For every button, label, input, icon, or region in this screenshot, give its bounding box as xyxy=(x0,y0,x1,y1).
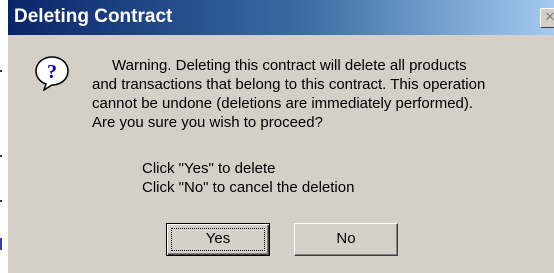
question-icon: ? xyxy=(35,56,69,91)
close-icon: ✕ xyxy=(544,10,554,25)
no-button-label: No xyxy=(336,230,356,247)
message-line: Warning. Deleting this contract will del… xyxy=(112,57,467,74)
background-edge-mark xyxy=(0,238,2,250)
warning-message: Warning. Deleting this contract will del… xyxy=(92,56,552,132)
background-edge-mark xyxy=(0,200,2,202)
no-button[interactable]: No xyxy=(294,223,398,256)
close-button[interactable]: ✕ xyxy=(540,8,554,28)
instruction-line: Click "No" to cancel the deletion xyxy=(142,179,355,196)
instruction-line: Click "Yes" to delete xyxy=(142,160,276,177)
background-edge-mark xyxy=(0,70,2,72)
title-bar[interactable]: Deleting Contract ✕ xyxy=(8,0,554,35)
yes-button[interactable]: Yes xyxy=(166,223,270,256)
message-line: Are you sure you wish to proceed? xyxy=(92,114,323,131)
instructions: Click "Yes" to delete Click "No" to canc… xyxy=(142,159,354,197)
delete-contract-dialog: Deleting Contract ✕ ? Warning. Deleting … xyxy=(8,0,554,273)
background-edge-mark xyxy=(0,155,2,157)
yes-button-label: Yes xyxy=(205,230,231,247)
message-line: and transactions that belong to this con… xyxy=(92,76,486,93)
dialog-title: Deleting Contract xyxy=(14,6,173,27)
message-line: cannot be undone (deletions are immediat… xyxy=(92,95,474,112)
svg-text:?: ? xyxy=(47,61,57,83)
